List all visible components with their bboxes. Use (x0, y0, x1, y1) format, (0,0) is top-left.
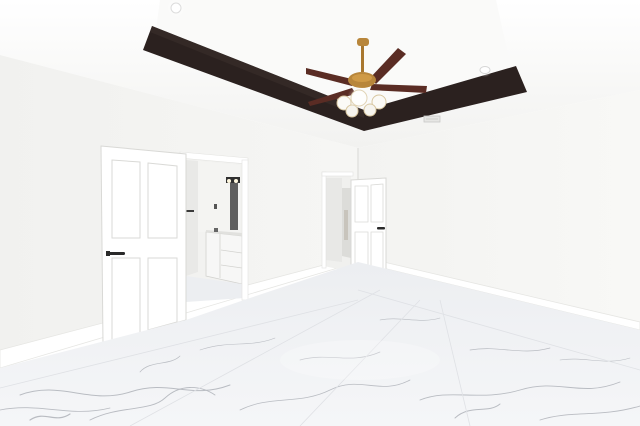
bathroom-mirror (230, 182, 238, 230)
air-vent-icon (423, 115, 441, 123)
bathroom-doorway (179, 151, 249, 302)
bedroom-photo (0, 0, 640, 426)
door-lever-icon[interactable] (377, 227, 385, 230)
hall-doorway (321, 171, 354, 272)
bathroom-vanity (205, 228, 243, 285)
bathroom-door[interactable] (100, 145, 187, 345)
recessed-light-icon (478, 63, 492, 77)
